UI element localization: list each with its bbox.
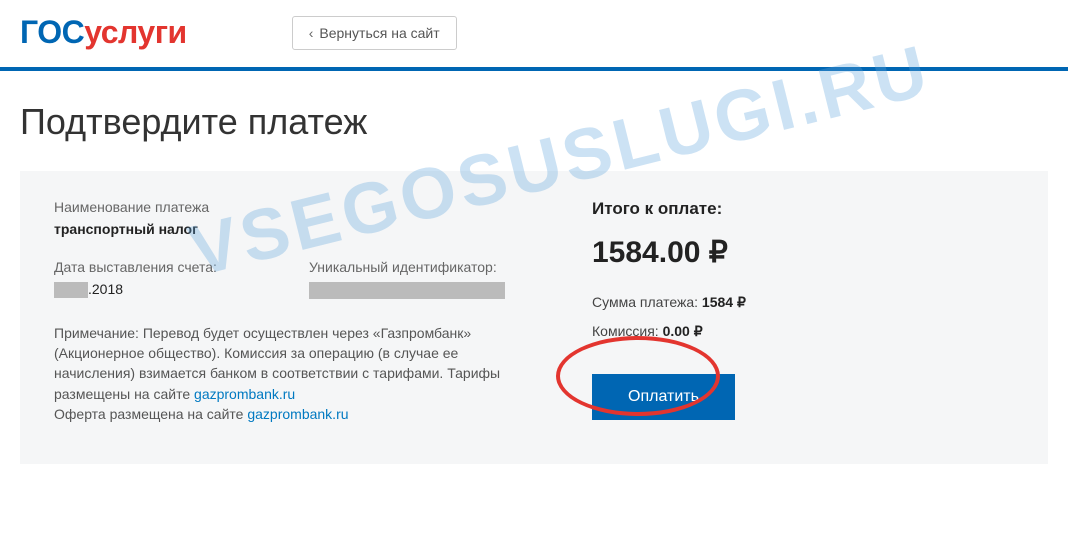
tariff-link[interactable]: gazprombank.ru bbox=[194, 386, 295, 402]
payment-sum-label: Сумма платежа: bbox=[592, 294, 702, 310]
payment-card: Наименование платежа транспортный налог … bbox=[20, 171, 1048, 464]
commission-line: Комиссия: 0.00 ₽ bbox=[592, 323, 1014, 340]
back-button-label: Вернуться на сайт bbox=[319, 25, 439, 41]
payment-sum-line: Сумма платежа: 1584 ₽ bbox=[592, 294, 1014, 311]
back-to-site-button[interactable]: ‹ Вернуться на сайт bbox=[292, 16, 457, 50]
pay-button[interactable]: Оплатить bbox=[592, 374, 735, 420]
invoice-date-suffix: .2018 bbox=[88, 281, 123, 297]
payment-details-column: Наименование платежа транспортный налог … bbox=[54, 199, 534, 424]
redacted-block bbox=[54, 282, 88, 298]
note-text-2: Оферта размещена на сайте bbox=[54, 406, 247, 422]
logo-part-2: услуги bbox=[84, 14, 187, 51]
commission-label: Комиссия: bbox=[592, 323, 663, 339]
main-container: Подтвердите платеж Наименование платежа … bbox=[0, 71, 1068, 464]
payment-sum-value: 1584 ₽ bbox=[702, 294, 746, 310]
commission-value: 0.00 ₽ bbox=[663, 323, 703, 339]
payment-name-value: транспортный налог bbox=[54, 221, 534, 237]
total-amount: 1584.00 ₽ bbox=[592, 235, 1014, 270]
header: госуслуги ‹ Вернуться на сайт bbox=[0, 0, 1068, 71]
page-title: Подтвердите платеж bbox=[20, 101, 1048, 143]
payment-summary-column: Итого к оплате: 1584.00 ₽ Сумма платежа:… bbox=[574, 199, 1014, 424]
chevron-left-icon: ‹ bbox=[309, 25, 314, 41]
payment-name-label: Наименование платежа bbox=[54, 199, 534, 215]
uid-value bbox=[309, 281, 534, 299]
logo-part-1: гос bbox=[20, 14, 84, 51]
offer-link[interactable]: gazprombank.ru bbox=[247, 406, 348, 422]
invoice-date-value: .2018 bbox=[54, 281, 279, 298]
invoice-date-label: Дата выставления счета: bbox=[54, 259, 279, 275]
total-label: Итого к оплате: bbox=[592, 199, 1014, 219]
uid-label: Уникальный идентификатор: bbox=[309, 259, 534, 275]
logo: госуслуги bbox=[20, 14, 187, 51]
redacted-block bbox=[309, 282, 505, 299]
payment-note: Примечание: Перевод будет осуществлен че… bbox=[54, 323, 534, 424]
